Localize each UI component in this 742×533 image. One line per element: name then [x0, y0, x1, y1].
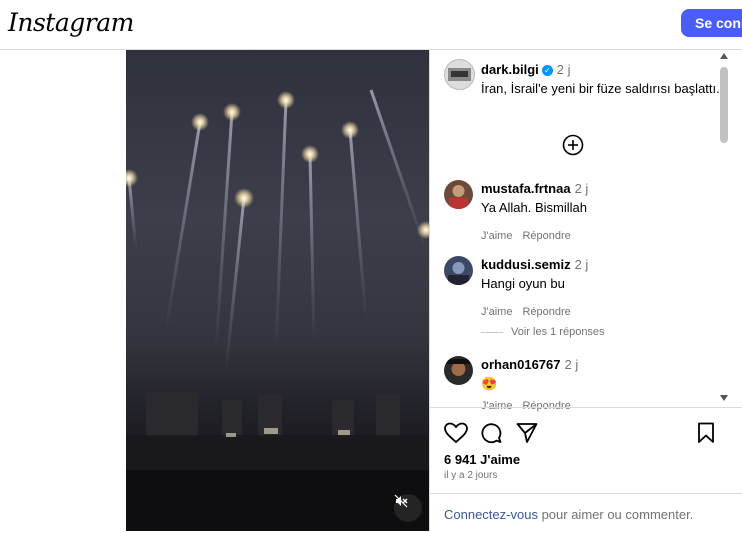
- video-player[interactable]: [126, 50, 429, 531]
- comment-time[interactable]: 2 j: [565, 357, 579, 372]
- author-avatar[interactable]: [444, 59, 475, 90]
- like-comment-button[interactable]: J'aime: [481, 306, 512, 318]
- comment-icon[interactable]: [480, 422, 502, 444]
- commenter-avatar[interactable]: [444, 256, 473, 285]
- mute-button[interactable]: [394, 494, 422, 522]
- divider: [481, 331, 503, 333]
- scroll-down-icon[interactable]: [720, 395, 728, 401]
- top-bar: Instagram Se conn: [0, 0, 742, 50]
- mute-icon: [394, 494, 408, 508]
- comment-text: Hangi oyun bu: [481, 276, 565, 291]
- login-button[interactable]: Se conn: [681, 9, 742, 37]
- missile-scene: [126, 89, 429, 531]
- view-replies-button[interactable]: Voir les 1 réponses: [481, 326, 605, 338]
- comment-text: 😍: [481, 376, 498, 391]
- login-link[interactable]: Connectez-vous: [444, 507, 538, 522]
- like-comment-button[interactable]: J'aime: [481, 230, 512, 242]
- share-icon[interactable]: [516, 422, 538, 444]
- commenter-avatar[interactable]: [444, 180, 473, 209]
- comment-text: Ya Allah. Bismillah: [481, 200, 587, 215]
- scrollbar-thumb[interactable]: [720, 67, 728, 143]
- commenter-avatar[interactable]: [444, 356, 473, 385]
- commenter-username[interactable]: mustafa.frtnaa: [481, 181, 571, 196]
- post-panel: dark.bilgi ✓ 2 j İran, İsrail'e yeni bir f…: [429, 50, 742, 531]
- author-username[interactable]: dark.bilgi: [481, 62, 539, 77]
- view-replies-label[interactable]: Voir les 1 réponses: [511, 326, 605, 338]
- scroll-up-icon[interactable]: [720, 53, 728, 59]
- post-time[interactable]: 2 j: [557, 62, 571, 77]
- reply-button[interactable]: Répondre: [522, 230, 570, 242]
- bookmark-icon[interactable]: [696, 422, 716, 444]
- load-more-comments-icon[interactable]: [562, 134, 584, 156]
- comment-time[interactable]: 2 j: [575, 257, 589, 272]
- instagram-logo[interactable]: Instagram: [8, 8, 134, 37]
- like-count[interactable]: 6 941 J'aime: [444, 452, 520, 467]
- verified-icon: ✓: [541, 65, 553, 76]
- reply-button[interactable]: Répondre: [522, 306, 570, 318]
- post-date[interactable]: il y a 2 jours: [444, 470, 497, 481]
- login-prompt-text: pour aimer ou commenter.: [537, 507, 694, 522]
- caption-text: İran, İsrail'e yeni bir füze saldırısı b…: [481, 81, 720, 96]
- comment-time[interactable]: 2 j: [575, 181, 589, 196]
- commenter-username[interactable]: kuddusi.semiz: [481, 257, 571, 272]
- heart-icon[interactable]: [444, 422, 468, 444]
- commenter-username[interactable]: orhan016767: [481, 357, 561, 372]
- login-prompt: Connectez-vous pour aimer ou commenter.: [430, 493, 742, 533]
- post-footer: 6 941 J'aime il y a 2 jours Connectez-vo…: [430, 407, 742, 532]
